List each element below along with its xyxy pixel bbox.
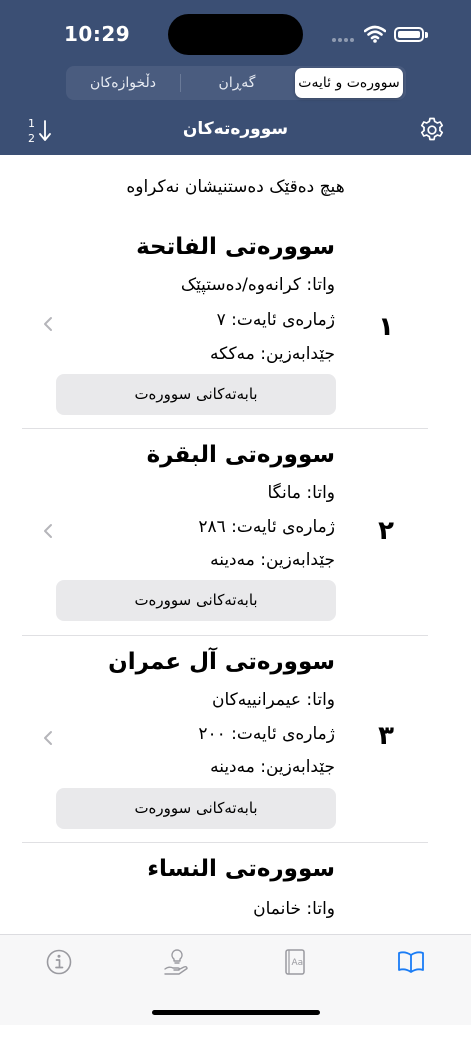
signal-dot [338, 38, 342, 42]
surah-topics-button[interactable]: بابەتەکانی سوورەت [56, 788, 336, 829]
signal-dot [350, 38, 354, 42]
surah-topics-button[interactable]: بابەتەکانی سوورەت [56, 374, 336, 415]
open-book-icon[interactable] [396, 947, 426, 977]
surah-number: ٣ [378, 721, 394, 751]
surah-title: سوورەتی النساء [147, 856, 335, 882]
surah-ayah-count: ژمارەی ئایەت: ٧ [216, 310, 335, 330]
surah-row[interactable]: سوورەتی البقرة واتا: مانگا ژمارەی ئایەت:… [0, 436, 471, 642]
surah-ayah-count: ژمارەی ئایەت: ٢٠٠ [198, 724, 335, 744]
selection-notice: هیچ دەقێک دەستنیشان نەکراوە [126, 177, 345, 197]
surah-revelation: جێدابەزین: مەدینە [210, 757, 335, 777]
surah-ayah-count: ژمارەی ئایەت: ٢٨٦ [198, 517, 335, 537]
surah-meaning: واتا: خانمان [253, 899, 335, 919]
chevron-left-icon [44, 524, 52, 538]
dynamic-island [168, 14, 303, 55]
surah-row[interactable]: سوورەتی الفاتحة واتا: کرانەوە/دەستپێک ژم… [0, 228, 471, 434]
surah-topics-button[interactable]: بابەتەکانی سوورەت [56, 580, 336, 621]
home-indicator [152, 1010, 320, 1015]
status-time: 10:29 [64, 22, 131, 46]
segment-surahs-ayahs[interactable]: سوورەت و ئایەت [295, 68, 403, 98]
surah-meaning: واتا: مانگا [267, 483, 335, 503]
surah-number: ٢ [378, 516, 394, 546]
surah-row[interactable]: سوورەتی آل عمران واتا: عیمرانییەکان ژمار… [0, 643, 471, 849]
surah-meaning: واتا: کرانەوە/دەستپێک [180, 275, 335, 295]
surah-title: سوورەتی آل عمران [108, 649, 335, 675]
surah-number: ١ [378, 312, 394, 342]
gear-icon[interactable] [418, 116, 446, 144]
battery-tip [425, 32, 428, 38]
battery-icon [394, 27, 424, 42]
row-divider [22, 842, 428, 843]
surah-title: سوورەتی الفاتحة [136, 234, 335, 260]
chevron-left-icon [44, 731, 52, 745]
segmented-control: سوورەت و ئایەت گەڕان دڵخوازەکان [66, 66, 406, 100]
svg-text:Aa: Aa [292, 958, 304, 968]
row-divider [22, 428, 428, 429]
surah-meaning: واتا: عیمرانییەکان [211, 690, 335, 710]
dictionary-icon[interactable]: Aa [280, 947, 310, 977]
chevron-left-icon [44, 317, 52, 331]
segment-search[interactable]: گەڕان [182, 68, 292, 98]
surah-title: سوورەتی البقرة [146, 442, 335, 468]
status-indicators [332, 24, 432, 46]
segment-divider [180, 74, 181, 92]
info-icon[interactable] [44, 947, 74, 977]
wifi-icon [364, 25, 386, 43]
signal-dot [344, 38, 348, 42]
hand-lightbulb-icon[interactable] [162, 947, 192, 977]
surah-revelation: جێدابەزین: مەدینە [210, 550, 335, 570]
row-divider [22, 635, 428, 636]
header-bar: 10:29 سوورەت و ئایەت گەڕان دڵخوازەکان 1 … [0, 0, 471, 155]
surah-revelation: جێدابەزین: مەککە [210, 344, 335, 364]
segment-favorites[interactable]: دڵخوازەکان [68, 68, 178, 98]
page-title: سوورەتەکان [182, 119, 289, 139]
signal-dot [332, 38, 336, 42]
